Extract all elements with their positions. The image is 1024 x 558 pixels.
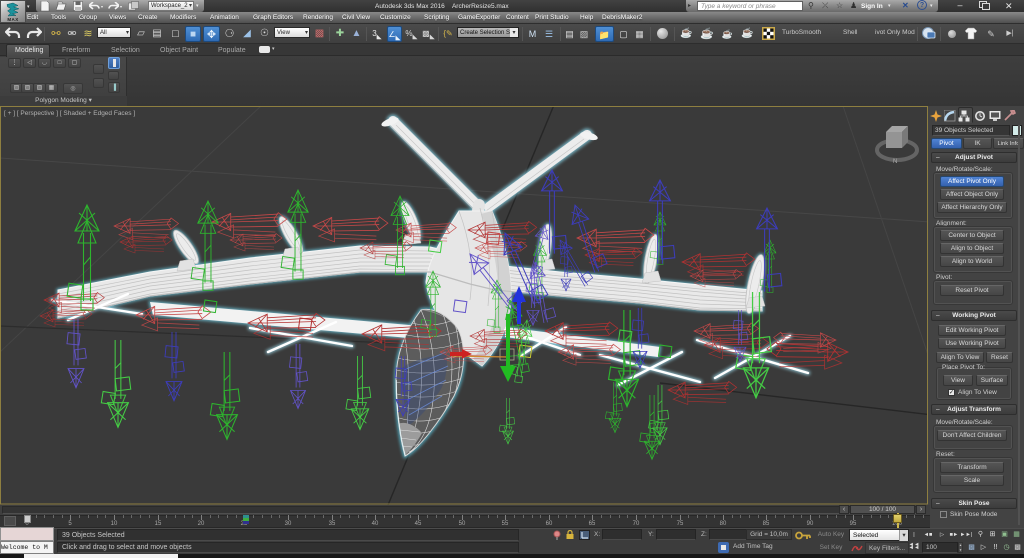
- svg-text:N: N: [893, 159, 897, 165]
